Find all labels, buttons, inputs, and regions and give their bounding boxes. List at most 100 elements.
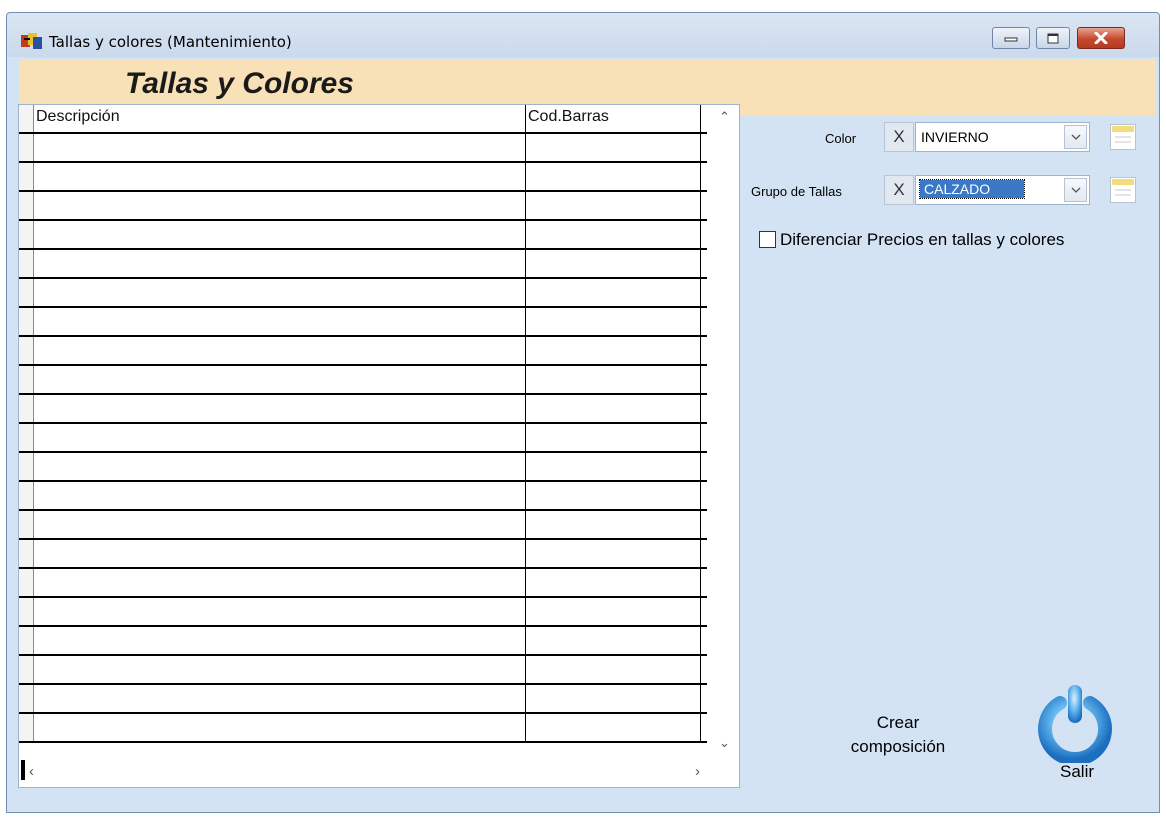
scroll-right-icon[interactable]: › bbox=[695, 763, 700, 780]
cell-descripcion[interactable] bbox=[34, 540, 526, 567]
cell-cod-barras[interactable] bbox=[526, 598, 701, 625]
row-selector[interactable] bbox=[19, 627, 34, 654]
column-header-cod-barras[interactable]: Cod.Barras bbox=[526, 105, 701, 132]
cell-descripcion[interactable] bbox=[34, 569, 526, 596]
diferenciar-precios-label[interactable]: Diferenciar Precios en tallas y colores bbox=[780, 230, 1064, 250]
cell-cod-barras[interactable] bbox=[526, 569, 701, 596]
crear-composicion-button[interactable]: Crear composición bbox=[838, 711, 958, 759]
vertical-scrollbar[interactable]: ⌃ ⌄ bbox=[707, 105, 739, 757]
row-selector[interactable] bbox=[19, 192, 34, 219]
table-row[interactable] bbox=[19, 308, 707, 337]
table-row[interactable] bbox=[19, 511, 707, 540]
row-selector[interactable] bbox=[19, 279, 34, 306]
cell-cod-barras[interactable] bbox=[526, 453, 701, 480]
table-row[interactable] bbox=[19, 656, 707, 685]
row-selector[interactable] bbox=[19, 453, 34, 480]
color-dropdown-button[interactable] bbox=[1064, 125, 1087, 149]
cell-descripcion[interactable] bbox=[34, 511, 526, 538]
cell-cod-barras[interactable] bbox=[526, 221, 701, 248]
row-selector[interactable] bbox=[19, 163, 34, 190]
table-row[interactable] bbox=[19, 250, 707, 279]
tallas-grid[interactable]: Descripción Cod.Barras ⌃ ⌄ ‹ › bbox=[18, 104, 740, 788]
cell-descripcion[interactable] bbox=[34, 221, 526, 248]
row-selector[interactable] bbox=[19, 569, 34, 596]
cell-descripcion[interactable] bbox=[34, 337, 526, 364]
cell-cod-barras[interactable] bbox=[526, 482, 701, 509]
cell-cod-barras[interactable] bbox=[526, 424, 701, 451]
horizontal-scrollbar[interactable]: ‹ › bbox=[19, 757, 739, 787]
table-row[interactable] bbox=[19, 424, 707, 453]
cell-descripcion[interactable] bbox=[34, 453, 526, 480]
cell-descripcion[interactable] bbox=[34, 308, 526, 335]
minimize-button[interactable] bbox=[992, 27, 1030, 49]
cell-descripcion[interactable] bbox=[34, 627, 526, 654]
row-selector[interactable] bbox=[19, 221, 34, 248]
row-selector[interactable] bbox=[19, 250, 34, 277]
row-selector[interactable] bbox=[19, 308, 34, 335]
row-selector[interactable] bbox=[19, 424, 34, 451]
cell-descripcion[interactable] bbox=[34, 685, 526, 712]
lookup-list-icon[interactable] bbox=[1110, 177, 1136, 203]
cell-cod-barras[interactable] bbox=[526, 540, 701, 567]
cell-descripcion[interactable] bbox=[34, 366, 526, 393]
cell-descripcion[interactable] bbox=[34, 598, 526, 625]
color-select[interactable]: INVIERNO bbox=[915, 122, 1090, 152]
table-row[interactable] bbox=[19, 453, 707, 482]
table-row[interactable] bbox=[19, 395, 707, 424]
row-selector[interactable] bbox=[19, 685, 34, 712]
scroll-up-icon[interactable]: ⌃ bbox=[719, 109, 730, 125]
row-selector[interactable] bbox=[19, 105, 34, 132]
cell-descripcion[interactable] bbox=[34, 134, 526, 161]
row-selector[interactable] bbox=[19, 511, 34, 538]
table-row[interactable] bbox=[19, 569, 707, 598]
row-selector[interactable] bbox=[19, 482, 34, 509]
salir-button[interactable]: Salir bbox=[1060, 762, 1094, 782]
grupo-tallas-clear-button[interactable]: X bbox=[884, 175, 914, 205]
scroll-down-icon[interactable]: ⌄ bbox=[719, 735, 730, 751]
row-selector[interactable] bbox=[19, 337, 34, 364]
cell-cod-barras[interactable] bbox=[526, 279, 701, 306]
cell-cod-barras[interactable] bbox=[526, 192, 701, 219]
cell-descripcion[interactable] bbox=[34, 192, 526, 219]
title-bar[interactable]: Tallas y colores (Mantenimiento) bbox=[7, 13, 1159, 57]
table-row[interactable] bbox=[19, 221, 707, 250]
color-clear-button[interactable]: X bbox=[884, 122, 914, 152]
table-row[interactable] bbox=[19, 627, 707, 656]
table-row[interactable] bbox=[19, 685, 707, 714]
lookup-list-icon[interactable] bbox=[1110, 124, 1136, 150]
cell-cod-barras[interactable] bbox=[526, 511, 701, 538]
cell-descripcion[interactable] bbox=[34, 656, 526, 683]
table-row[interactable] bbox=[19, 482, 707, 511]
table-row[interactable] bbox=[19, 540, 707, 569]
grupo-tallas-dropdown-button[interactable] bbox=[1064, 178, 1087, 202]
cell-descripcion[interactable] bbox=[34, 279, 526, 306]
scroll-left-icon[interactable]: ‹ bbox=[29, 763, 34, 780]
cell-descripcion[interactable] bbox=[34, 163, 526, 190]
row-selector[interactable] bbox=[19, 714, 34, 741]
cell-cod-barras[interactable] bbox=[526, 656, 701, 683]
cell-descripcion[interactable] bbox=[34, 714, 526, 741]
cell-cod-barras[interactable] bbox=[526, 337, 701, 364]
row-selector[interactable] bbox=[19, 598, 34, 625]
grupo-tallas-select[interactable]: CALZADO bbox=[915, 175, 1090, 205]
cell-cod-barras[interactable] bbox=[526, 134, 701, 161]
row-selector[interactable] bbox=[19, 134, 34, 161]
cell-descripcion[interactable] bbox=[34, 395, 526, 422]
table-row[interactable] bbox=[19, 598, 707, 627]
cell-cod-barras[interactable] bbox=[526, 395, 701, 422]
cell-cod-barras[interactable] bbox=[526, 685, 701, 712]
cell-descripcion[interactable] bbox=[34, 482, 526, 509]
cell-cod-barras[interactable] bbox=[526, 163, 701, 190]
close-button[interactable] bbox=[1077, 27, 1125, 49]
row-selector[interactable] bbox=[19, 366, 34, 393]
row-selector[interactable] bbox=[19, 395, 34, 422]
power-icon[interactable] bbox=[1030, 683, 1120, 763]
cell-descripcion[interactable] bbox=[34, 424, 526, 451]
table-row[interactable] bbox=[19, 134, 707, 163]
cell-cod-barras[interactable] bbox=[526, 366, 701, 393]
table-row[interactable] bbox=[19, 337, 707, 366]
cell-cod-barras[interactable] bbox=[526, 714, 701, 741]
table-row[interactable] bbox=[19, 192, 707, 221]
table-row[interactable] bbox=[19, 714, 707, 743]
table-row[interactable] bbox=[19, 163, 707, 192]
